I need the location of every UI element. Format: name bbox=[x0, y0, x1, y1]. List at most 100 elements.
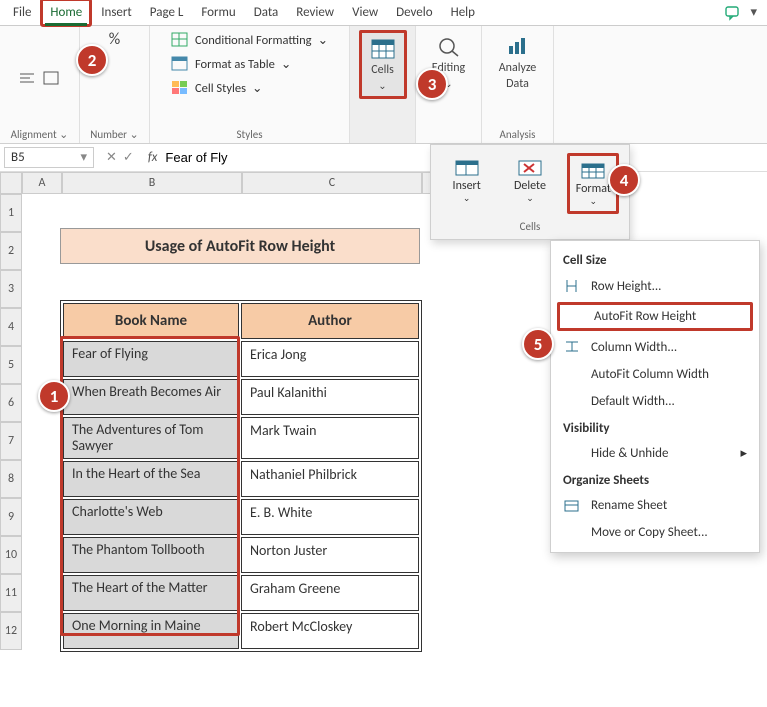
menu-autofit-row-height[interactable]: AutoFit Row Height bbox=[557, 302, 753, 331]
format-as-table-icon bbox=[171, 56, 189, 72]
formula-bar: B5▾ ✕ ✓ fx bbox=[0, 144, 767, 172]
enter-icon[interactable]: ✓ bbox=[123, 150, 134, 165]
header-book[interactable]: Book Name bbox=[63, 303, 239, 339]
table-row: The Heart of the MatterGraham Greene bbox=[63, 575, 419, 611]
menu-file[interactable]: File bbox=[4, 0, 40, 26]
select-all-corner[interactable] bbox=[0, 172, 22, 194]
menu-page-layout[interactable]: Page L bbox=[141, 0, 193, 26]
analyze-icon bbox=[504, 35, 532, 59]
cancel-icon[interactable]: ✕ bbox=[106, 150, 117, 165]
format-as-table-button[interactable]: Format as Table ⌄ bbox=[169, 54, 330, 74]
menu-view[interactable]: View bbox=[343, 0, 387, 26]
row-header-3[interactable]: 3 bbox=[0, 270, 22, 308]
context-visibility: Visibility bbox=[551, 415, 759, 440]
menu-review[interactable]: Review bbox=[287, 0, 343, 26]
cell-book[interactable]: The Heart of the Matter bbox=[63, 575, 239, 611]
cell-book[interactable]: One Morning in Maine bbox=[63, 613, 239, 649]
cell-styles-button[interactable]: Cell Styles ⌄ bbox=[169, 78, 330, 98]
group-cells: Cells ⌄ bbox=[350, 26, 416, 143]
menu-data[interactable]: Data bbox=[245, 0, 288, 26]
col-header-b[interactable]: B bbox=[62, 172, 242, 194]
row-header-9[interactable]: 9 bbox=[0, 498, 22, 536]
row-header-7[interactable]: 7 bbox=[0, 422, 22, 460]
menu-formulas[interactable]: Formu bbox=[192, 0, 244, 26]
sheet-title-cell[interactable]: Usage of AutoFit Row Height bbox=[60, 228, 420, 264]
context-organize: Organize Sheets bbox=[551, 467, 759, 492]
callout-4: 4 bbox=[608, 164, 640, 196]
alignment-icon[interactable] bbox=[18, 70, 38, 86]
cell-author[interactable]: Robert McCloskey bbox=[241, 613, 419, 649]
rename-icon bbox=[563, 499, 581, 513]
comments-icon[interactable] bbox=[724, 5, 742, 21]
row-height-icon bbox=[563, 278, 581, 294]
cell-author[interactable]: E. B. White bbox=[241, 499, 419, 535]
menu-autofit-column-width[interactable]: AutoFit Column Width bbox=[551, 361, 759, 388]
menu-home[interactable]: Home bbox=[40, 0, 92, 27]
row-header-5[interactable]: 5 bbox=[0, 346, 22, 384]
row-header-12[interactable]: 12 bbox=[0, 612, 22, 650]
fx-icon[interactable]: fx bbox=[142, 150, 164, 165]
menu-column-width[interactable]: Column Width... bbox=[551, 333, 759, 361]
cell-book[interactable]: The Adventures of Tom Sawyer bbox=[63, 417, 239, 459]
table-row: When Breath Becomes AirPaul Kalanithi bbox=[63, 379, 419, 415]
analysis-label: Analysis bbox=[500, 126, 536, 141]
row-header-2[interactable]: 2 bbox=[0, 232, 22, 270]
group-alignment: Alignment ⌄ bbox=[0, 26, 80, 143]
cells-button[interactable]: Cells ⌄ bbox=[359, 30, 407, 99]
conditional-formatting-button[interactable]: Conditional Formatting ⌄ bbox=[169, 30, 330, 50]
group-styles: Conditional Formatting ⌄ Format as Table… bbox=[150, 26, 350, 143]
table-row: Charlotte's WebE. B. White bbox=[63, 499, 419, 535]
analyze-data-button[interactable]: Analyze Data bbox=[492, 30, 544, 96]
row-header-8[interactable]: 8 bbox=[0, 460, 22, 498]
group-analysis: Analyze Data Analysis bbox=[482, 26, 554, 143]
share-icon[interactable]: ▾ bbox=[750, 5, 757, 21]
menu-bar: File Home Insert Page L Formu Data Revie… bbox=[0, 0, 767, 26]
header-author[interactable]: Author bbox=[241, 303, 419, 339]
row-header-6[interactable]: 6 bbox=[0, 384, 22, 422]
menu-default-width[interactable]: Default Width... bbox=[551, 388, 759, 415]
row-header-11[interactable]: 11 bbox=[0, 574, 22, 612]
table-row: Fear of FlyingErica Jong bbox=[63, 341, 419, 377]
cell-book[interactable]: Charlotte's Web bbox=[63, 499, 239, 535]
cell-author[interactable]: Paul Kalanithi bbox=[241, 379, 419, 415]
menu-insert[interactable]: Insert bbox=[92, 0, 141, 26]
cell-book[interactable]: When Breath Becomes Air bbox=[63, 379, 239, 415]
cell-book[interactable]: The Phantom Tollbooth bbox=[63, 537, 239, 573]
col-header-a[interactable]: A bbox=[22, 172, 62, 194]
row-header-4[interactable]: 4 bbox=[0, 308, 22, 346]
cells-popup-label: Cells bbox=[431, 216, 629, 239]
table-row: One Morning in MaineRobert McCloskey bbox=[63, 613, 419, 649]
menu-hide-unhide[interactable]: Hide & Unhide▸ bbox=[551, 440, 759, 467]
delete-icon bbox=[515, 157, 545, 179]
col-header-c[interactable]: C bbox=[242, 172, 422, 194]
menu-developer[interactable]: Develo bbox=[387, 0, 441, 26]
row-header-1[interactable]: 1 bbox=[0, 194, 22, 232]
cell-book[interactable]: In the Heart of the Sea bbox=[63, 461, 239, 497]
table-row: The Adventures of Tom SawyerMark Twain bbox=[63, 417, 419, 459]
cell-styles-icon bbox=[171, 80, 189, 96]
callout-5: 5 bbox=[522, 328, 554, 360]
cell-author[interactable]: Graham Greene bbox=[241, 575, 419, 611]
alignment-label: Alignment bbox=[11, 128, 57, 141]
insert-cells-button[interactable]: Insert⌄ bbox=[441, 153, 493, 214]
menu-help[interactable]: Help bbox=[442, 0, 484, 26]
cell-author[interactable]: Norton Juster bbox=[241, 537, 419, 573]
percent-icon[interactable]: % bbox=[109, 30, 120, 49]
conditional-formatting-icon bbox=[171, 32, 189, 48]
menu-move-copy-sheet[interactable]: Move or Copy Sheet... bbox=[551, 519, 759, 546]
wrap-icon[interactable] bbox=[42, 70, 62, 86]
insert-icon bbox=[452, 157, 482, 179]
cell-author[interactable]: Erica Jong bbox=[241, 341, 419, 377]
menu-rename-sheet[interactable]: Rename Sheet bbox=[551, 492, 759, 519]
row-header-10[interactable]: 10 bbox=[0, 536, 22, 574]
column-width-icon bbox=[563, 339, 581, 355]
cell-book[interactable]: Fear of Flying bbox=[63, 341, 239, 377]
cell-author[interactable]: Nathaniel Philbrick bbox=[241, 461, 419, 497]
data-table: Book Name Author Fear of FlyingErica Jon… bbox=[60, 300, 422, 652]
menu-row-height[interactable]: Row Height... bbox=[551, 272, 759, 300]
callout-1: 1 bbox=[38, 380, 70, 412]
delete-cells-button[interactable]: Delete⌄ bbox=[504, 153, 556, 214]
cell-author[interactable]: Mark Twain bbox=[241, 417, 419, 459]
styles-label: Styles bbox=[236, 126, 262, 141]
name-box[interactable]: B5▾ bbox=[4, 147, 94, 168]
